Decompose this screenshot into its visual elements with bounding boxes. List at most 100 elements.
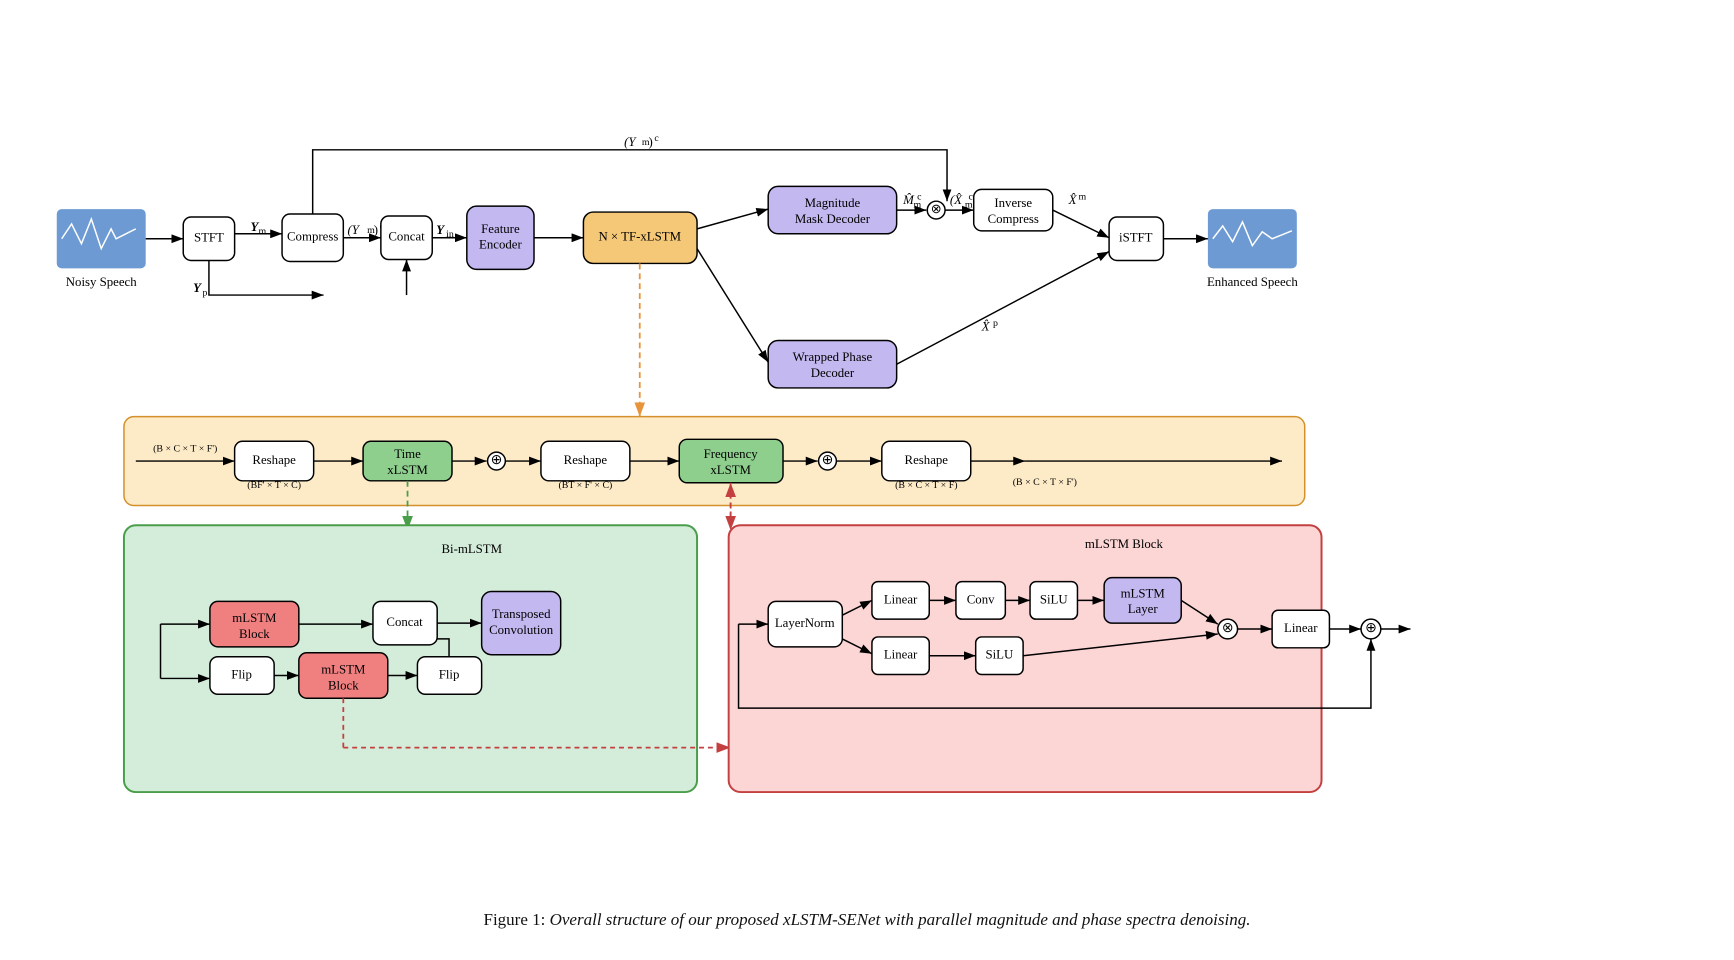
linear1-box: Linear bbox=[872, 582, 929, 620]
svg-text:): ) bbox=[374, 223, 378, 237]
svg-text:Flip: Flip bbox=[439, 667, 460, 681]
svg-text:Block: Block bbox=[239, 627, 270, 641]
svg-text:Noisy Speech: Noisy Speech bbox=[66, 275, 137, 289]
svg-text:Flip: Flip bbox=[231, 667, 252, 681]
svg-text:(BF' × T × C): (BF' × T × C) bbox=[247, 480, 301, 491]
svg-text:Convolution: Convolution bbox=[489, 623, 554, 637]
svg-text:Compress: Compress bbox=[988, 212, 1039, 226]
svg-text:Concat: Concat bbox=[386, 615, 423, 629]
svg-text:Mask Decoder: Mask Decoder bbox=[795, 212, 871, 226]
svg-text:Inverse: Inverse bbox=[994, 196, 1032, 210]
layernorm-box: LayerNorm bbox=[768, 601, 842, 646]
magnitude-mask-decoder-box: Magnitude Mask Decoder bbox=[768, 186, 896, 233]
svg-text:mLSTM Block: mLSTM Block bbox=[1085, 537, 1164, 551]
svg-text:⊕: ⊕ bbox=[491, 452, 503, 467]
caption-text: Overall structure of our proposed xLSTM-… bbox=[550, 910, 1251, 929]
svg-text:Decoder: Decoder bbox=[811, 366, 855, 380]
svg-text:⊗: ⊗ bbox=[1222, 620, 1234, 635]
svg-text:X̂: X̂ bbox=[981, 320, 991, 334]
svg-text:SiLU: SiLU bbox=[1040, 592, 1068, 606]
svg-text:(BT × F' × C): (BT × F' × C) bbox=[558, 480, 612, 491]
svg-text:Enhanced Speech: Enhanced Speech bbox=[1207, 275, 1298, 289]
svg-text:m: m bbox=[258, 226, 266, 237]
svg-text:mLSTM: mLSTM bbox=[321, 662, 366, 676]
enhanced-speech: Enhanced Speech bbox=[1207, 209, 1298, 289]
svg-text:Encoder: Encoder bbox=[479, 238, 522, 252]
concat2-box: Concat bbox=[373, 601, 437, 644]
svg-text:Y: Y bbox=[193, 281, 202, 295]
svg-text:xLSTM: xLSTM bbox=[387, 463, 428, 477]
svg-text:): ) bbox=[648, 135, 652, 149]
istft-box: iSTFT bbox=[1109, 217, 1163, 260]
svg-text:Time: Time bbox=[394, 447, 421, 461]
svg-text:p: p bbox=[993, 318, 998, 329]
svg-text:⊕: ⊕ bbox=[1365, 620, 1377, 635]
svg-text:xLSTM: xLSTM bbox=[710, 463, 751, 477]
stft-box: STFT bbox=[183, 217, 234, 260]
svg-text:(B × C × T × F'): (B × C × T × F') bbox=[153, 443, 217, 454]
linear3-box: Linear bbox=[1272, 610, 1329, 648]
svg-text:p: p bbox=[203, 287, 208, 298]
wrapped-phase-decoder-box: Wrapped Phase Decoder bbox=[768, 341, 896, 388]
linear2-box: Linear bbox=[872, 637, 929, 675]
silu1-box: SiLU bbox=[1030, 582, 1077, 620]
svg-text:Feature: Feature bbox=[481, 222, 520, 236]
svg-text:mLSTM: mLSTM bbox=[232, 611, 277, 625]
frequency-xlstm-box: Frequency xLSTM bbox=[679, 439, 783, 482]
svg-text:SiLU: SiLU bbox=[985, 648, 1013, 662]
svg-text:Block: Block bbox=[328, 678, 359, 692]
tf-xlstm-box: N × TF-xLSTM bbox=[583, 212, 697, 263]
svg-text:Linear: Linear bbox=[884, 592, 918, 606]
transposed-conv-box: Transposed Convolution bbox=[482, 591, 561, 654]
figure-caption: Figure 1: Overall structure of our propo… bbox=[484, 910, 1251, 930]
diagram-area: Noisy Speech STFT Y m Y p Compress bbox=[37, 30, 1697, 902]
svg-text:(B × C × T × F): (B × C × T × F) bbox=[895, 480, 957, 491]
svg-text:Magnitude: Magnitude bbox=[805, 196, 861, 210]
svg-text:(X̂: (X̂ bbox=[950, 193, 963, 207]
svg-text:Reshape: Reshape bbox=[905, 453, 949, 467]
svg-text:Compress: Compress bbox=[287, 230, 338, 244]
svg-text:Wrapped Phase: Wrapped Phase bbox=[793, 350, 873, 364]
silu2-box: SiLU bbox=[976, 637, 1023, 675]
svg-text:Transposed: Transposed bbox=[492, 607, 551, 621]
flip-box: Flip bbox=[210, 657, 274, 695]
svg-text:(Y: (Y bbox=[347, 223, 360, 237]
svg-text:⊗: ⊗ bbox=[931, 202, 942, 216]
svg-text:Reshape: Reshape bbox=[564, 453, 608, 467]
reshape2-box: Reshape bbox=[541, 441, 630, 481]
conv-box: Conv bbox=[956, 582, 1005, 620]
mlstm-block2: mLSTM Block bbox=[299, 653, 388, 698]
svg-text:mLSTM: mLSTM bbox=[1121, 586, 1166, 600]
mlstm-layer-box: mLSTM Layer bbox=[1104, 578, 1181, 623]
flip2-box: Flip bbox=[417, 657, 481, 695]
svg-text:m: m bbox=[914, 199, 922, 210]
svg-text:Linear: Linear bbox=[1284, 621, 1318, 635]
svg-text:iSTFT: iSTFT bbox=[1119, 231, 1153, 245]
caption-label: Figure 1: bbox=[484, 910, 550, 929]
svg-text:Concat: Concat bbox=[388, 230, 425, 244]
reshape3-box: Reshape bbox=[882, 441, 971, 481]
feature-encoder-box: Feature Encoder bbox=[467, 206, 534, 269]
svg-text:⊕: ⊕ bbox=[822, 452, 834, 467]
mlstm-block1: mLSTM Block bbox=[210, 601, 299, 646]
svg-text:m: m bbox=[1079, 192, 1087, 203]
svg-text:Bi-mLSTM: Bi-mLSTM bbox=[441, 542, 502, 556]
svg-text:LayerNorm: LayerNorm bbox=[775, 616, 835, 630]
svg-text:c: c bbox=[654, 133, 659, 144]
concat-box: Concat bbox=[381, 216, 432, 259]
reshape1-box: Reshape bbox=[235, 441, 314, 481]
noisy-speech: Noisy Speech bbox=[57, 209, 146, 289]
svg-text:Frequency: Frequency bbox=[704, 447, 759, 461]
svg-text:Linear: Linear bbox=[884, 648, 918, 662]
compress-box: Compress bbox=[282, 214, 343, 261]
main-container: Noisy Speech STFT Y m Y p Compress bbox=[17, 10, 1717, 950]
svg-text:Layer: Layer bbox=[1128, 602, 1159, 616]
inverse-compress-box: Inverse Compress bbox=[974, 189, 1053, 231]
svg-text:Reshape: Reshape bbox=[252, 453, 296, 467]
svg-text:Y: Y bbox=[436, 223, 445, 237]
time-xlstm-box: Time xLSTM bbox=[363, 441, 452, 481]
svg-text:STFT: STFT bbox=[194, 231, 224, 245]
svg-text:(B × C × T × F'): (B × C × T × F') bbox=[1013, 477, 1077, 488]
svg-text:m: m bbox=[965, 199, 973, 210]
svg-text:X̂: X̂ bbox=[1068, 193, 1078, 207]
